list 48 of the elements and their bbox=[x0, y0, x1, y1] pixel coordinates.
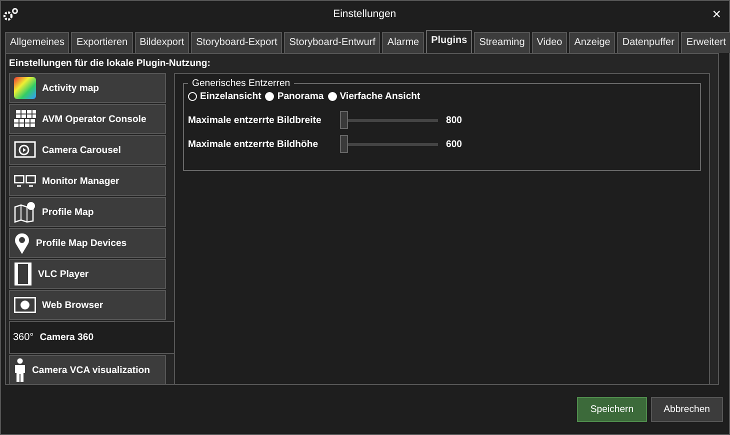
tab[interactable]: Allgemeines bbox=[5, 32, 70, 53]
heatmap-icon bbox=[14, 77, 36, 99]
plugin-item[interactable]: Activity map bbox=[9, 73, 166, 103]
grid-icon bbox=[14, 110, 36, 128]
monitors-icon bbox=[14, 175, 36, 187]
slider-value: 800 bbox=[446, 114, 462, 126]
plugin-item[interactable]: Camera Carousel bbox=[9, 135, 166, 165]
close-button[interactable]: × bbox=[710, 6, 723, 22]
plugin-item[interactable]: Profile Map Devices bbox=[9, 228, 166, 258]
tab[interactable]: Storyboard-Entwurf bbox=[284, 32, 380, 53]
gears-icon bbox=[3, 7, 19, 21]
plugin-item[interactable]: VLC Player bbox=[9, 259, 166, 289]
tab[interactable]: Erweitert bbox=[681, 32, 730, 53]
tab[interactable]: Alarme bbox=[382, 32, 424, 53]
section-heading: Einstellungen für die lokale Plugin-Nutzung: bbox=[8, 57, 212, 71]
pin-icon bbox=[14, 232, 30, 254]
tab[interactable]: Storyboard-Export bbox=[191, 32, 282, 53]
window-title: Einstellungen bbox=[332, 8, 398, 20]
tab[interactable]: Plugins bbox=[426, 30, 472, 53]
plugin-item[interactable]: Monitor Manager bbox=[9, 166, 166, 196]
slider[interactable] bbox=[340, 110, 438, 130]
tab[interactable]: Streaming bbox=[474, 32, 530, 53]
plugin-item[interactable]: Profile Map bbox=[9, 197, 166, 227]
radio-option[interactable]: Vierfache Ansicht bbox=[328, 91, 420, 102]
tab[interactable]: Datenpuffer bbox=[617, 32, 680, 53]
tab[interactable]: Anzeige bbox=[569, 32, 616, 53]
tab[interactable]: Exportieren bbox=[71, 32, 133, 53]
slider-value: 600 bbox=[446, 138, 462, 150]
browser-icon bbox=[14, 297, 36, 313]
icon-label: 360° bbox=[13, 332, 34, 343]
plugin-item[interactable]: Web Browser bbox=[9, 290, 166, 320]
save-button[interactable]: Speichern bbox=[577, 397, 647, 422]
map-icon bbox=[14, 201, 36, 223]
plugin-item[interactable]: Camera VCA visualization bbox=[9, 355, 166, 385]
slider[interactable] bbox=[340, 134, 438, 154]
tab[interactable]: Video bbox=[532, 32, 568, 53]
radio-option[interactable]: Panorama bbox=[265, 91, 324, 102]
radio-option[interactable]: Einzelansicht bbox=[188, 91, 262, 102]
plugin-item[interactable]: AVM Operator Console bbox=[9, 104, 166, 134]
cancel-button[interactable]: Abbrechen bbox=[650, 397, 723, 422]
group-title: Generisches Entzerren bbox=[191, 78, 292, 89]
plugin-item[interactable]: 360° Camera 360 bbox=[9, 321, 174, 354]
film-icon bbox=[14, 262, 32, 286]
slider-label: Maximale entzerrte Bildhöhe bbox=[188, 138, 320, 150]
tab[interactable]: Bildexport bbox=[134, 32, 190, 53]
monitor-play-icon bbox=[14, 141, 36, 159]
person-icon bbox=[14, 358, 26, 382]
slider-label: Maximale entzerrte Bildbreite bbox=[188, 114, 322, 126]
